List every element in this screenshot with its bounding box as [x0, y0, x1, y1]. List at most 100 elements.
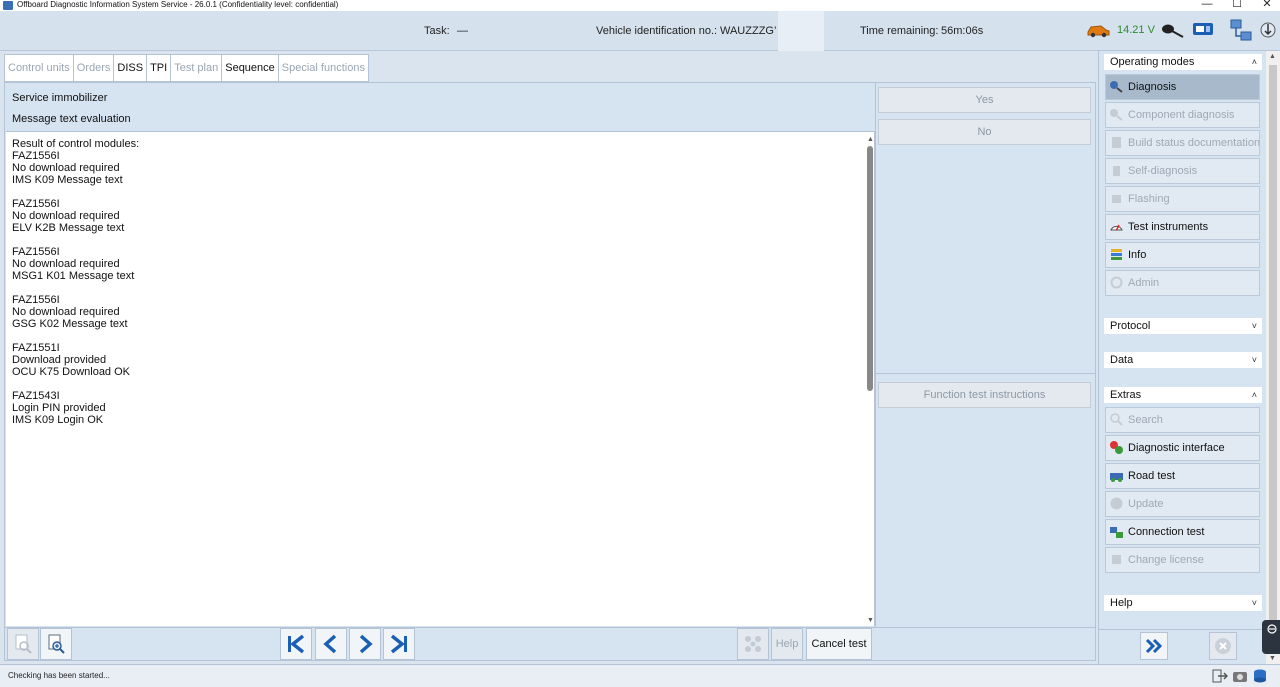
side-item-label: Diagnostic interface: [1128, 442, 1225, 454]
side-item-label: Update: [1128, 498, 1164, 510]
maximize-button[interactable]: ☐: [1222, 0, 1252, 11]
side-item-label: Diagnosis: [1128, 81, 1177, 93]
side-item-component-diagnosis[interactable]: Component diagnosis: [1105, 102, 1260, 128]
side-item-label: Road test: [1128, 470, 1176, 482]
collapse-chevron-icon: ˄: [1251, 390, 1257, 400]
database-icon[interactable]: [1252, 668, 1268, 684]
tab-test-plan[interactable]: Test plan: [171, 54, 223, 82]
side-item-label: Build status documentation: [1128, 137, 1261, 149]
vin-value: WAUZZZG’: [720, 25, 777, 37]
help-button[interactable]: Help: [771, 628, 803, 660]
no-button[interactable]: No: [878, 119, 1091, 145]
previous-step-button[interactable]: [315, 628, 347, 660]
cancel-test-button[interactable]: Cancel test: [806, 628, 872, 660]
help-label: Help: [1110, 597, 1133, 609]
side-item-build-status-documentation[interactable]: Build status documentation: [1105, 130, 1260, 156]
skip-first-icon: [288, 634, 305, 654]
result-text: Result of control modules: FAZ1556I No d…: [12, 138, 140, 426]
app-icon: [3, 1, 13, 10]
status-text: Checking has been started...: [8, 671, 110, 680]
side-scroll-thumb[interactable]: [1269, 65, 1277, 620]
document-icon: [1112, 137, 1121, 148]
side-item-flashing[interactable]: Flashing: [1105, 186, 1260, 212]
expand-panel-button[interactable]: [1140, 632, 1168, 660]
protocol-label: Protocol: [1110, 320, 1151, 332]
vin-redaction: [778, 11, 824, 51]
minimize-button[interactable]: —: [1192, 0, 1222, 11]
admin-icon: [1110, 276, 1123, 289]
zoom-out-icon: [15, 634, 32, 654]
task-label: Task:: [424, 25, 450, 37]
self-diagnosis-icon: [1113, 166, 1120, 176]
side-item-info[interactable]: Info: [1105, 242, 1260, 268]
side-item-label: Admin: [1128, 277, 1160, 289]
side-item-label: Change license: [1128, 554, 1204, 566]
side-scrollbar[interactable]: ▲ ▼: [1266, 51, 1280, 664]
info-arrow-icon[interactable]: [1259, 20, 1277, 40]
close-panel-button[interactable]: [1209, 632, 1237, 660]
camera-icon[interactable]: [1232, 669, 1248, 683]
side-item-connection-test[interactable]: Connection test: [1105, 519, 1260, 545]
usb-device-icon[interactable]: [1192, 20, 1216, 38]
side-item-diagnostic-interface[interactable]: Diagnostic interface: [1105, 435, 1260, 461]
side-item-admin[interactable]: Admin: [1105, 270, 1260, 296]
last-step-button[interactable]: [383, 628, 415, 660]
side-pull-tab[interactable]: [1262, 620, 1280, 654]
expand-chevron-icon: ˅: [1251, 321, 1257, 331]
protocol-header[interactable]: Protocol ˅: [1104, 318, 1262, 334]
operating-modes-label: Operating modes: [1110, 56, 1195, 68]
expand-chevron-icon: ˅: [1251, 355, 1257, 365]
close-button[interactable]: ✕: [1252, 0, 1280, 11]
obd-connector-icon[interactable]: [1161, 23, 1185, 39]
network-icon[interactable]: [1229, 18, 1255, 44]
result-scrollbar[interactable]: ▲ ▼: [866, 136, 874, 624]
tab-control-units[interactable]: Control units: [4, 54, 74, 82]
network-nodes-button[interactable]: [737, 628, 769, 660]
tab-tpi[interactable]: TPI: [147, 54, 172, 82]
side-item-search[interactable]: Search: [1105, 407, 1260, 433]
side-item-test-instruments[interactable]: Test instruments: [1105, 214, 1260, 240]
side-navigation: Operating modes ˄ Diagnosis Component di…: [1098, 51, 1267, 664]
result-scroll-thumb[interactable]: [867, 146, 873, 391]
tab-orders[interactable]: Orders: [73, 54, 115, 82]
side-item-diagnosis[interactable]: Diagnosis: [1105, 74, 1260, 100]
extras-header[interactable]: Extras ˄: [1104, 387, 1262, 403]
side-item-self-diagnosis[interactable]: Self-diagnosis: [1105, 158, 1260, 184]
main-tabs: Control units Orders DISS TPI Test plan …: [4, 54, 369, 82]
scroll-down-icon[interactable]: ▼: [867, 617, 874, 624]
side-item-change-license[interactable]: Change license: [1105, 547, 1260, 573]
help-header[interactable]: Help ˅: [1104, 595, 1262, 611]
side-item-label: Info: [1128, 249, 1147, 261]
first-step-button[interactable]: [280, 628, 312, 660]
logout-icon[interactable]: [1212, 669, 1228, 683]
zoom-in-button[interactable]: [40, 628, 72, 660]
window-title: Offboard Diagnostic Information System S…: [17, 0, 339, 9]
scroll-up-icon[interactable]: ▲: [1269, 53, 1276, 60]
function-test-instructions-button[interactable]: Function test instructions: [878, 382, 1091, 408]
tab-special-functions[interactable]: Special functions: [278, 54, 369, 82]
tab-diss[interactable]: DISS: [114, 54, 148, 82]
scroll-down-icon[interactable]: ▼: [1269, 655, 1276, 662]
result-text-area[interactable]: Result of control modules: FAZ1556I No d…: [6, 131, 875, 626]
side-item-update[interactable]: Update: [1105, 491, 1260, 517]
data-header[interactable]: Data ˅: [1104, 352, 1262, 368]
header-bar: Task: — Vehicle identification no.: WAUZ…: [0, 11, 1280, 51]
tab-sequence[interactable]: Sequence: [222, 54, 279, 82]
extras-label: Extras: [1110, 389, 1142, 401]
network-nodes-icon: [745, 636, 761, 652]
connection-test-icon: [1110, 527, 1123, 538]
side-item-road-test[interactable]: Road test: [1105, 463, 1260, 489]
license-icon: [1112, 555, 1121, 564]
scroll-up-icon[interactable]: ▲: [867, 136, 874, 143]
operating-modes-header[interactable]: Operating modes ˄: [1104, 54, 1262, 70]
bottom-toolbar: Help Cancel test: [4, 628, 1096, 661]
prev-icon: [323, 634, 337, 654]
sequence-subtitle: Message text evaluation: [12, 113, 131, 125]
close-circle-icon: [1215, 638, 1231, 654]
sequence-title: Service immobilizer: [12, 92, 108, 104]
side-item-label: Self-diagnosis: [1128, 165, 1198, 177]
next-step-button[interactable]: [349, 628, 381, 660]
time-remaining-label: Time remaining:: [860, 25, 939, 37]
zoom-out-button[interactable]: [7, 628, 39, 660]
yes-button[interactable]: Yes: [878, 87, 1091, 113]
